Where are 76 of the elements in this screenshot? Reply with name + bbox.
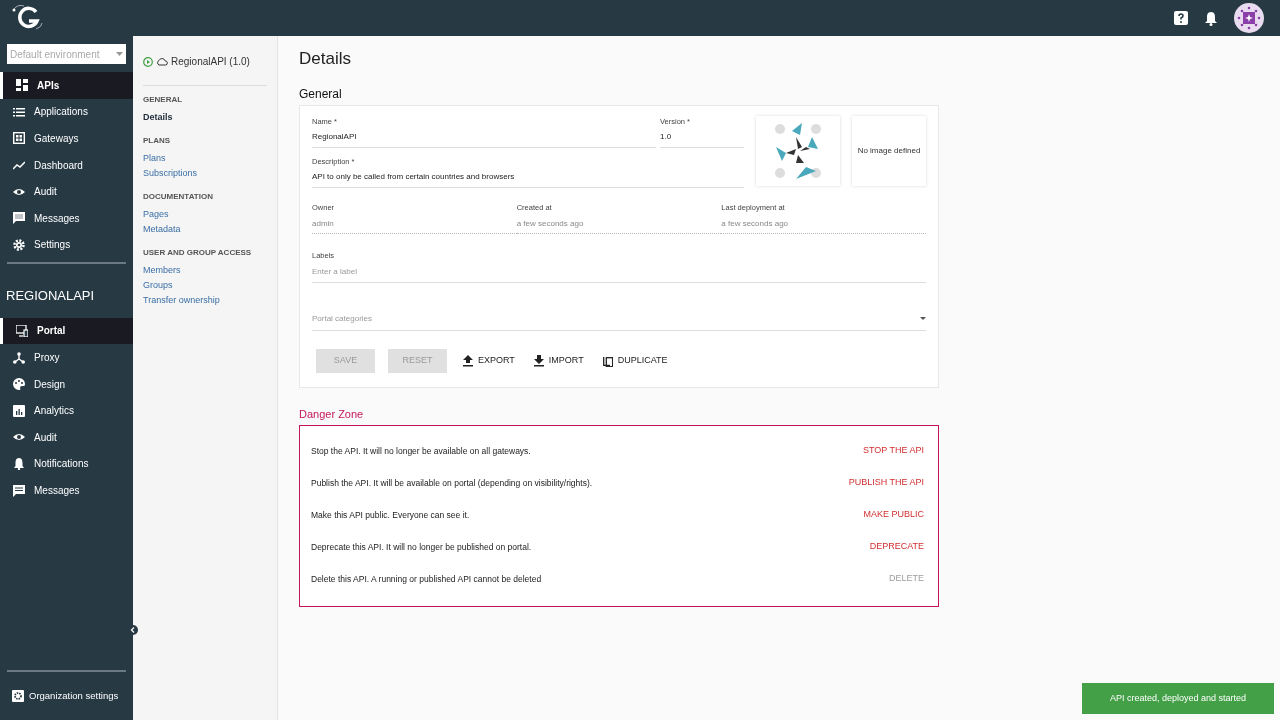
user-avatar[interactable]	[1234, 3, 1264, 33]
collapse-sidebar-icon[interactable]	[128, 624, 138, 636]
dropdown-caret-icon	[116, 52, 123, 56]
field-value: a few seconds ago	[516, 218, 585, 231]
menu-link[interactable]: Metadata	[143, 222, 267, 237]
input-field[interactable]: 1.0	[660, 126, 744, 148]
danger-description: Make this API public. Everyone can see it.	[311, 508, 470, 522]
nav-item[interactable]: Gateways	[0, 125, 133, 152]
nav-item[interactable]: Audit	[0, 178, 133, 205]
organization-settings-link[interactable]: Organization settings	[0, 671, 133, 720]
nav-item[interactable]: Notifications	[0, 450, 133, 478]
line-chart-icon	[13, 159, 25, 172]
field-value: admin	[312, 218, 335, 231]
monitor-icon	[16, 324, 28, 337]
upload-icon	[463, 354, 473, 367]
danger-action-button[interactable]: MAKE PUBLIC	[860, 508, 927, 522]
nav-item[interactable]: Messages	[0, 204, 133, 232]
grid-icon	[13, 132, 25, 145]
nav-item[interactable]: Dashboard	[0, 151, 133, 179]
toast-notification: API created, deployed and started	[1082, 683, 1274, 714]
menu-heading: USER AND GROUP ACCESS	[143, 247, 253, 259]
nav-item[interactable]: Design	[0, 370, 133, 398]
danger-description: Deprecate this API. It will no longer be published on portal.	[311, 540, 532, 554]
notification-bell-icon[interactable]	[1204, 10, 1218, 26]
action-button[interactable]: DUPLICATE	[599, 348, 671, 373]
background-image-placeholder[interactable]: No image defined	[852, 115, 926, 186]
action-button[interactable]: IMPORT	[530, 348, 587, 373]
danger-description: Stop the API. It will no longer be available on all gateways.	[311, 444, 531, 458]
nav-item[interactable]: Analytics	[0, 397, 133, 425]
danger-description: Publish the API. It will be available on portal (depending on visibility/rights).	[311, 476, 593, 490]
menu-heading: PLANS	[143, 135, 172, 147]
cloud-icon	[156, 57, 168, 66]
menu-link[interactable]: Members	[143, 263, 267, 278]
section-title: REGIONALAPI	[5, 287, 96, 306]
nav-item[interactable]: Messages	[0, 477, 133, 504]
menu-heading: DOCUMENTATION	[143, 191, 214, 203]
nav-item[interactable]: Portal	[0, 317, 133, 345]
dropdown-caret-icon	[920, 317, 926, 320]
download-icon	[533, 354, 544, 367]
section-heading: Danger Zone	[299, 406, 365, 422]
help-icon[interactable]	[1174, 11, 1188, 25]
section-heading: General	[299, 85, 343, 103]
message-icon	[13, 484, 25, 497]
nav-item[interactable]: Applications	[0, 98, 133, 126]
nav-item[interactable]: APIs	[0, 72, 133, 99]
danger-description: Delete this API. A running or published API cannot be deleted	[311, 572, 542, 586]
danger-action-button[interactable]: STOP THE API	[859, 444, 927, 458]
input-field[interactable]: RegionalAPI	[312, 126, 656, 148]
page-title: Details	[299, 48, 352, 70]
network-icon	[13, 351, 25, 364]
menu-link[interactable]: Plans	[143, 151, 267, 166]
menu-heading: GENERAL	[143, 94, 184, 106]
settings-icon	[12, 689, 24, 702]
menu-link[interactable]: Pages	[143, 207, 267, 222]
menu-link[interactable]: Details	[143, 110, 267, 125]
nav-item[interactable]: Settings	[0, 231, 133, 259]
nav-item[interactable]: Audit	[0, 424, 133, 451]
action-button[interactable]: EXPORT	[460, 348, 518, 373]
input-field[interactable]: API to only be called from certain countries and browsers	[312, 167, 744, 188]
api-logo[interactable]	[756, 115, 840, 186]
copy-icon	[602, 354, 613, 367]
dashboard-icon	[16, 79, 28, 92]
nav-item[interactable]: Proxy	[0, 344, 133, 371]
api-title: RegionalAPI (1.0)	[171, 55, 250, 69]
field-value: a few seconds ago	[721, 218, 790, 231]
bar-chart-icon	[13, 404, 25, 417]
list-icon	[13, 105, 25, 118]
message-icon	[13, 212, 25, 225]
settings-icon	[13, 238, 25, 251]
danger-action-button[interactable]: PUBLISH THE API	[845, 476, 927, 490]
palette-icon	[13, 378, 25, 391]
bell-icon	[13, 457, 25, 470]
menu-link[interactable]: Subscriptions	[143, 166, 267, 181]
menu-link[interactable]: Transfer ownership	[143, 293, 267, 308]
danger-action-button[interactable]: DEPRECATE	[866, 540, 927, 554]
menu-link[interactable]: Groups	[143, 278, 267, 293]
